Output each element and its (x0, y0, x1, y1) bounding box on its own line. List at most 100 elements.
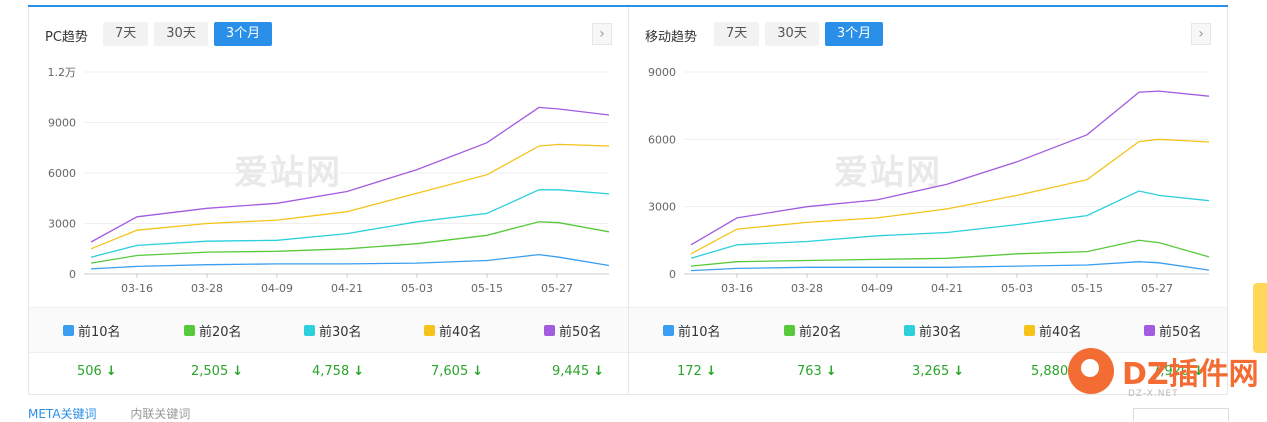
y-tick-label: 6000 (648, 133, 676, 146)
legend-swatch (904, 325, 915, 336)
x-tick-label: 05-27 (1141, 282, 1173, 292)
mobile-trend-chart: 0 3000 6000 9000 03-16 03-28 04-09 04-21 05-03 05… (648, 66, 1210, 292)
x-tick-label: 03-16 (121, 282, 153, 292)
series-line-5 (690, 90, 1210, 246)
legend-item-top10[interactable]: 前10名 (63, 321, 121, 340)
arrow-down-icon: ↓ (825, 364, 837, 379)
arrow-down-icon: ↓ (593, 364, 605, 379)
arrow-down-icon: ↓ (705, 364, 717, 379)
chart-legend: 前10名 前20名 前30名 前40名 前50名 (29, 307, 628, 353)
x-tick-label: 05-15 (1071, 282, 1103, 292)
legend-label: 前40名 (439, 325, 482, 340)
tab-7-days[interactable]: 7天 (714, 22, 760, 46)
pc-trend-chart: 0 3000 6000 9000 1.2万 03-16 03-28 04-09 04-21 05-… (48, 66, 610, 292)
value-top40: 7,605 ↓ (431, 364, 484, 379)
x-tick-label: 03-28 (191, 282, 223, 292)
x-tick-label: 04-09 (861, 282, 893, 292)
value-top10: 506 ↓ (77, 364, 117, 379)
y-tick-label: 3000 (648, 201, 676, 214)
legend-item-top40[interactable]: 前40名 (1024, 321, 1082, 340)
value-top20: 763 ↓ (797, 364, 837, 379)
legend-item-top50[interactable]: 前50名 (1144, 321, 1202, 340)
tab-3-months[interactable]: 3个月 (213, 22, 273, 46)
value-top30: 4,758 ↓ (312, 364, 365, 379)
value-top30: 3,265 ↓ (912, 364, 965, 379)
legend-swatch (1024, 325, 1035, 336)
y-tick-label: 0 (669, 268, 676, 281)
arrow-down-icon: ↓ (472, 364, 484, 379)
tab-30-days[interactable]: 30天 (154, 22, 208, 46)
pc-trend-panel: PC趋势 7天 30天 3个月 › 爱站网 0 3000 6000 9000 1.2万 0… (28, 7, 629, 395)
panel-title: PC趋势 (45, 30, 88, 45)
series-line-5 (90, 106, 610, 243)
legend-label: 前20名 (199, 325, 242, 340)
period-tabs: 7天 30天 3个月 (714, 22, 884, 46)
footer-tabs: META关键词 内联关键词 (28, 405, 220, 422)
series-line-1 (690, 261, 1210, 272)
legend-swatch (304, 325, 315, 336)
value-top50: 9,445 ↓ (552, 364, 605, 379)
legend-label: 前40名 (1039, 325, 1082, 340)
footer-tab-meta[interactable]: META关键词 (28, 407, 97, 421)
legend-swatch (784, 325, 795, 336)
legend-swatch (663, 325, 674, 336)
y-tick-label: 6000 (48, 167, 76, 180)
arrow-down-icon: ↓ (953, 364, 965, 379)
legend-label: 前50名 (1159, 325, 1202, 340)
dz-logo-icon (1068, 348, 1114, 394)
period-tabs: 7天 30天 3个月 (103, 22, 273, 46)
series-line-2 (90, 221, 610, 264)
side-badge[interactable] (1253, 283, 1267, 353)
legend-label: 前50名 (559, 325, 602, 340)
chevron-right-icon[interactable]: › (1191, 23, 1211, 45)
legend-label: 前20名 (799, 325, 842, 340)
mobile-trend-panel: 移动趋势 7天 30天 3个月 › 爱站网 0 3000 6000 9000 03-16… (628, 7, 1228, 395)
x-tick-label: 04-09 (261, 282, 293, 292)
chart-legend: 前10名 前20名 前30名 前40名 前50名 (629, 307, 1227, 353)
footer-button[interactable] (1133, 408, 1229, 421)
x-tick-label: 05-03 (1001, 282, 1033, 292)
series-line-1 (90, 253, 610, 270)
arrow-down-icon: ↓ (232, 364, 244, 379)
series-line-4 (690, 138, 1210, 255)
legend-label: 前30名 (319, 325, 362, 340)
legend-item-top30[interactable]: 前30名 (904, 321, 962, 340)
legend-swatch (544, 325, 555, 336)
current-values: 506 ↓ 2,505 ↓ 4,758 ↓ 7,605 ↓ 9,445 ↓ (29, 352, 628, 394)
legend-label: 前30名 (919, 325, 962, 340)
footer-tab-inline[interactable]: 内联关键词 (130, 407, 190, 421)
x-tick-label: 05-15 (471, 282, 503, 292)
tab-3-months[interactable]: 3个月 (824, 22, 884, 46)
legend-item-top30[interactable]: 前30名 (304, 321, 362, 340)
y-tick-label: 1.2万 (48, 66, 77, 79)
legend-item-top10[interactable]: 前10名 (663, 321, 721, 340)
value-top20: 2,505 ↓ (191, 364, 244, 379)
series-line-3 (690, 190, 1210, 259)
x-tick-label: 04-21 (931, 282, 963, 292)
legend-item-top50[interactable]: 前50名 (544, 321, 602, 340)
arrow-down-icon: ↓ (353, 364, 365, 379)
dz-logo-subtext: DZ-X.NET (1128, 389, 1179, 399)
legend-label: 前10名 (78, 325, 121, 340)
legend-item-top20[interactable]: 前20名 (184, 321, 242, 340)
x-tick-label: 05-03 (401, 282, 433, 292)
panel-title: 移动趋势 (645, 30, 698, 45)
y-tick-label: 9000 (648, 66, 676, 79)
x-tick-label: 04-21 (331, 282, 363, 292)
chevron-right-icon[interactable]: › (592, 23, 612, 45)
arrow-down-icon: ↓ (105, 364, 117, 379)
x-tick-label: 05-27 (541, 282, 573, 292)
dz-logo-text: DZ插件网 (1122, 357, 1259, 392)
legend-item-top20[interactable]: 前20名 (784, 321, 842, 340)
tab-30-days[interactable]: 30天 (765, 22, 819, 46)
legend-swatch (424, 325, 435, 336)
x-tick-label: 03-16 (721, 282, 753, 292)
x-tick-label: 03-28 (791, 282, 823, 292)
dz-logo: DZ插件网 (1068, 348, 1259, 394)
legend-swatch (184, 325, 195, 336)
y-tick-label: 9000 (48, 117, 76, 130)
legend-item-top40[interactable]: 前40名 (424, 321, 482, 340)
tab-7-days[interactable]: 7天 (103, 22, 149, 46)
value-top10: 172 ↓ (677, 364, 717, 379)
legend-swatch (1144, 325, 1155, 336)
